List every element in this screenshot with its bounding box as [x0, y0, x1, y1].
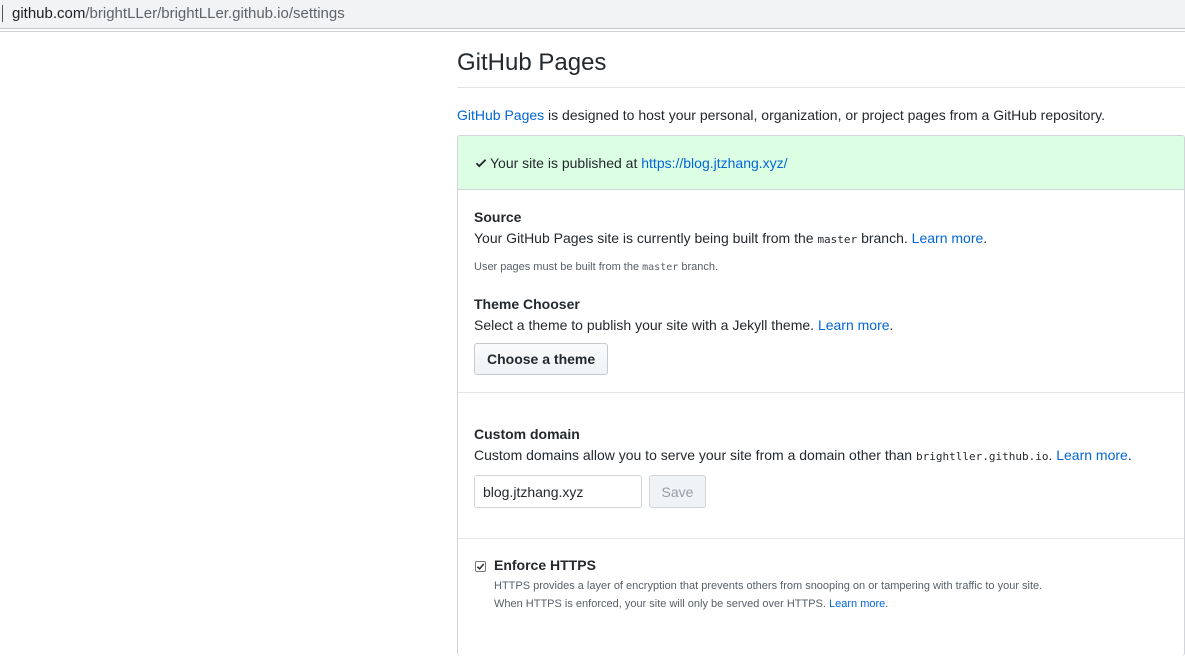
save-button[interactable]: Save: [649, 475, 706, 508]
theme-chooser-heading: Theme Chooser: [474, 296, 580, 312]
checkmark-icon: [476, 563, 485, 571]
custom-domain-learn-more-link[interactable]: Learn more: [1056, 447, 1128, 463]
source-note-suffix: branch.: [678, 261, 719, 273]
source-desc-suffix: branch.: [857, 230, 912, 246]
source-heading: Source: [474, 209, 522, 225]
https-description-line1: HTTPS provides a layer of encryption tha…: [494, 580, 1043, 592]
https-period: .: [885, 598, 889, 610]
enforce-https-checkbox[interactable]: [475, 561, 486, 572]
enforce-https-label[interactable]: Enforce HTTPS: [494, 557, 596, 573]
theme-learn-more-link[interactable]: Learn more: [818, 317, 890, 333]
custom-domain-desc-text: Custom domains allow you to serve your s…: [474, 447, 916, 463]
source-desc-text: Your GitHub Pages site is currently bein…: [474, 230, 818, 246]
https-line2-text: When HTTPS is enforced, your site will o…: [494, 598, 830, 610]
published-flash: Your site is published at https://blog.j…: [458, 136, 1184, 190]
https-description-line2: When HTTPS is enforced, your site will o…: [494, 598, 888, 610]
github-pages-link[interactable]: GitHub Pages: [457, 107, 544, 123]
source-learn-more-link[interactable]: Learn more: [912, 230, 984, 246]
published-message: Your site is published at https://blog.j…: [490, 155, 788, 171]
url-host: github.com: [12, 5, 86, 22]
custom-domain-heading: Custom domain: [474, 426, 580, 442]
url-text[interactable]: github.com/brightLLer/brightLLer.github.…: [12, 5, 345, 22]
theme-period: .: [889, 317, 894, 333]
source-description: Your GitHub Pages site is currently bein…: [474, 230, 987, 246]
source-note: User pages must be built from the master…: [474, 261, 718, 273]
https-learn-more-link[interactable]: Learn more: [829, 598, 885, 610]
source-note-code: master: [642, 262, 679, 273]
intro-description: is designed to host your personal, organ…: [544, 107, 1105, 123]
custom-domain-description: Custom domains allow you to serve your s…: [474, 447, 1132, 463]
browser-address-bar[interactable]: github.com/brightLLer/brightLLer.github.…: [0, 0, 1185, 29]
section-divider: [458, 392, 1184, 393]
custom-domain-period: .: [1127, 447, 1132, 463]
check-icon: [475, 159, 487, 168]
title-divider: [457, 87, 1185, 88]
published-prefix: Your site is published at: [490, 155, 642, 171]
theme-chooser-description: Select a theme to publish your site with…: [474, 317, 893, 333]
text-caret: [2, 5, 3, 22]
pages-settings-box: Your site is published at https://blog.j…: [457, 135, 1185, 656]
source-note-prefix: User pages must be built from the: [474, 261, 643, 273]
branch-code: master: [817, 233, 858, 246]
url-path: /brightLLer/brightLLer.github.io/setting…: [85, 5, 345, 22]
intro-text: GitHub Pages is designed to host your pe…: [457, 107, 1105, 123]
choose-theme-button[interactable]: Choose a theme: [474, 343, 609, 375]
published-site-link[interactable]: https://blog.jtzhang.xyz/: [641, 155, 787, 171]
page-title: GitHub Pages: [457, 49, 607, 76]
section-divider: [458, 538, 1184, 539]
source-period: .: [983, 230, 988, 246]
theme-desc-text: Select a theme to publish your site with…: [474, 317, 818, 333]
custom-domain-input[interactable]: [474, 475, 642, 508]
page-top-divider: [0, 31, 1185, 32]
default-domain-code: brightller.github.io: [915, 450, 1049, 463]
